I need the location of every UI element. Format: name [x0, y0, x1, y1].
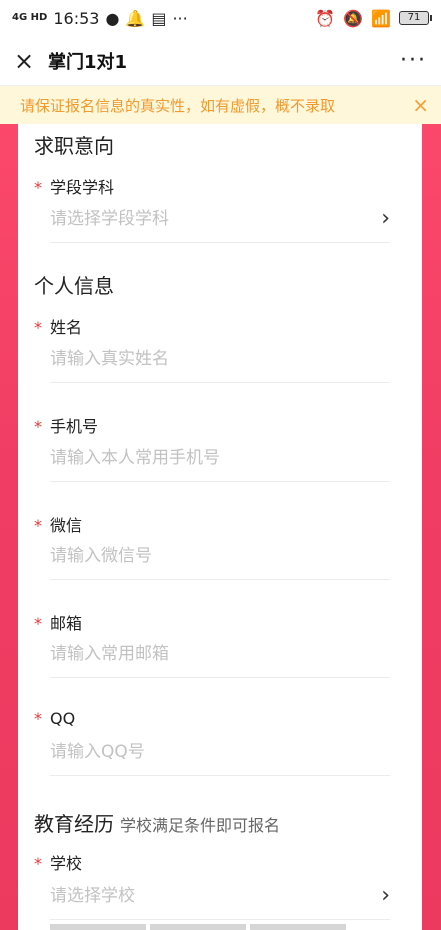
- option-chip[interactable]: [50, 924, 146, 930]
- message-icon: ▤: [151, 8, 167, 28]
- option-chip[interactable]: [250, 924, 346, 930]
- more-menu-button[interactable]: ···: [400, 48, 427, 73]
- stage-select[interactable]: 请选择学段学科 ›: [50, 199, 390, 243]
- field-label-stage: * 学段学科: [34, 178, 115, 197]
- form-card: 求职意向 * 学段学科 请选择学段学科 › 个人信息 * 姓名 请输入真实姓名 * 手…: [18, 124, 422, 930]
- school-select[interactable]: 请选择学校 ›: [50, 876, 390, 920]
- field-label-email: * 邮箱: [34, 614, 83, 633]
- field-label-name: * 姓名: [34, 318, 83, 337]
- notice-banner: 请保证报名信息的真实性，如有虚假，概不录取 ×: [0, 86, 441, 124]
- chevron-right-icon: ›: [381, 883, 390, 908]
- section-subtitle-education: 学校满足条件即可报名: [120, 816, 281, 835]
- network-indicator: 4G HD: [12, 12, 48, 23]
- section-title-intent: 求职意向: [34, 134, 114, 158]
- field-label-phone: * 手机号: [34, 417, 99, 436]
- name-input[interactable]: 请输入真实姓名: [50, 339, 390, 383]
- required-mark: *: [34, 614, 42, 633]
- battery-icon: 71: [399, 11, 432, 25]
- required-mark: *: [34, 854, 42, 873]
- field-label-wechat: * 微信: [34, 516, 83, 535]
- overflow-dots-icon: ···: [172, 8, 188, 28]
- section-title-personal: 个人信息: [34, 274, 114, 298]
- phone-input[interactable]: 请输入本人常用手机号: [50, 438, 390, 482]
- notice-close-icon[interactable]: ×: [412, 93, 429, 117]
- required-mark: *: [34, 318, 42, 337]
- qq-input[interactable]: 请输入QQ号: [50, 732, 390, 776]
- option-chips-row: [50, 924, 346, 930]
- status-time: 16:53: [53, 8, 100, 28]
- required-mark: *: [34, 417, 42, 436]
- required-mark: *: [34, 709, 42, 728]
- navigation-bar: × 掌门1对1 ···: [0, 36, 441, 86]
- section-title-education: 教育经历 学校满足条件即可报名: [34, 812, 281, 836]
- notification-icon: ●: [105, 8, 120, 28]
- alarm-icon: ⏰: [315, 8, 336, 28]
- wifi-icon: 📶: [371, 8, 391, 28]
- silent-icon: 🔕: [343, 8, 364, 28]
- page-title: 掌门1对1: [48, 51, 128, 73]
- email-input[interactable]: 请输入常用邮箱: [50, 634, 390, 678]
- option-chip[interactable]: [150, 924, 246, 930]
- status-bar: 4G HD 16:53 ● 🔔 ▤ ··· ⏰ 🔕 📶 71: [0, 0, 441, 36]
- bell-icon: 🔔: [125, 8, 146, 28]
- required-mark: *: [34, 516, 42, 535]
- field-label-qq: * QQ: [34, 709, 76, 728]
- notice-text: 请保证报名信息的真实性，如有虚假，概不录取: [20, 96, 336, 115]
- wechat-input[interactable]: 请输入微信号: [50, 536, 390, 580]
- chevron-right-icon: ›: [381, 206, 390, 231]
- field-label-school: * 学校: [34, 854, 83, 873]
- required-mark: *: [34, 178, 42, 197]
- close-icon[interactable]: ×: [14, 47, 40, 75]
